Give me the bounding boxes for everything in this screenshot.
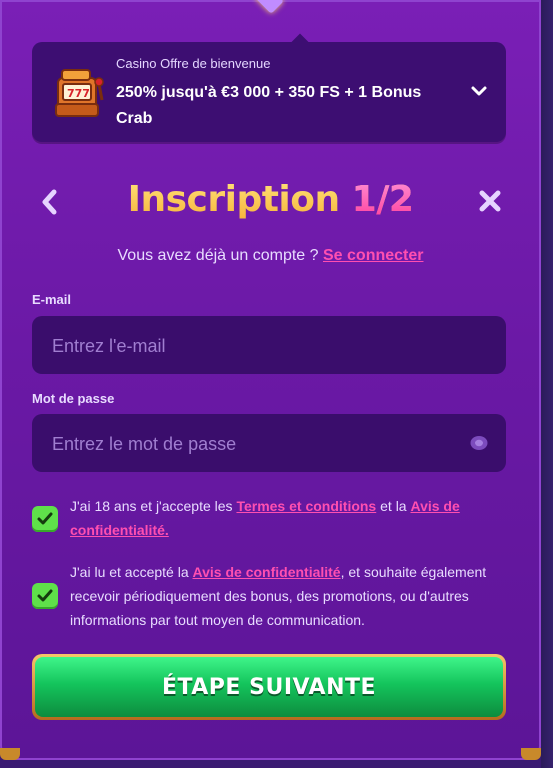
chevron-down-icon[interactable] [470, 82, 488, 100]
terms-checkbox[interactable] [32, 506, 58, 532]
terms-text-middle: et la [376, 498, 411, 514]
marketing-consent: J'ai lu et accepté la Avis de confidenti… [32, 560, 506, 632]
svg-text:777: 777 [67, 87, 90, 100]
terms-consent: J'ai 18 ans et j'accepte les Termes et c… [32, 494, 506, 544]
password-input[interactable] [50, 414, 454, 474]
frame-corner-left [0, 748, 20, 760]
next-step-label: ÉTAPE SUIVANTE [35, 657, 503, 717]
check-icon [37, 512, 53, 525]
welcome-offer-card[interactable]: 777 Casino Offre de bienvenue 250% jusqu… [32, 33, 506, 142]
terms-conditions-link[interactable]: Termes et conditions [236, 498, 376, 514]
login-prompt-text: Vous avez déjà un compte ? [117, 247, 319, 264]
terms-consent-text: J'ai 18 ans et j'accepte les Termes et c… [70, 494, 506, 542]
terms-text-before: J'ai 18 ans et j'accepte les [70, 498, 237, 514]
offer-notch [291, 33, 309, 51]
email-field-box [32, 316, 506, 376]
title-main: Inscription [127, 179, 352, 220]
eye-icon[interactable] [470, 435, 488, 451]
background-strip [541, 0, 553, 768]
marketing-privacy-link[interactable]: Avis de confidentialité [193, 564, 341, 580]
offer-label: Casino Offre de bienvenue [116, 56, 271, 71]
registration-modal: 777 Casino Offre de bienvenue 250% jusqu… [0, 0, 541, 760]
title-step: 1/2 [351, 179, 414, 220]
frame-corner-right [521, 748, 541, 760]
marketing-consent-text: J'ai lu et accepté la Avis de confidenti… [70, 560, 506, 632]
modal-header: Inscription 1/2 [0, 175, 541, 231]
login-link[interactable]: Se connecter [323, 247, 423, 264]
check-icon [37, 589, 53, 602]
decorative-gem-icon [254, 0, 284, 14]
page-title: Inscription 1/2 [0, 179, 541, 220]
password-field-box [32, 414, 506, 474]
email-input[interactable] [50, 316, 454, 376]
close-icon[interactable] [476, 187, 504, 215]
password-label: Mot de passe [32, 391, 115, 406]
login-prompt-line: Vous avez déjà un compte ? Se connecter [0, 247, 541, 265]
next-step-button[interactable]: ÉTAPE SUIVANTE [32, 654, 506, 720]
marketing-checkbox[interactable] [32, 583, 58, 609]
slot-machine-icon: 777 [55, 69, 104, 117]
email-label: E-mail [32, 292, 72, 307]
marketing-text-before: J'ai lu et accepté la [70, 564, 193, 580]
offer-title: 250% jusqu'à €3 000 + 350 FS + 1 Bonus C… [116, 84, 422, 127]
